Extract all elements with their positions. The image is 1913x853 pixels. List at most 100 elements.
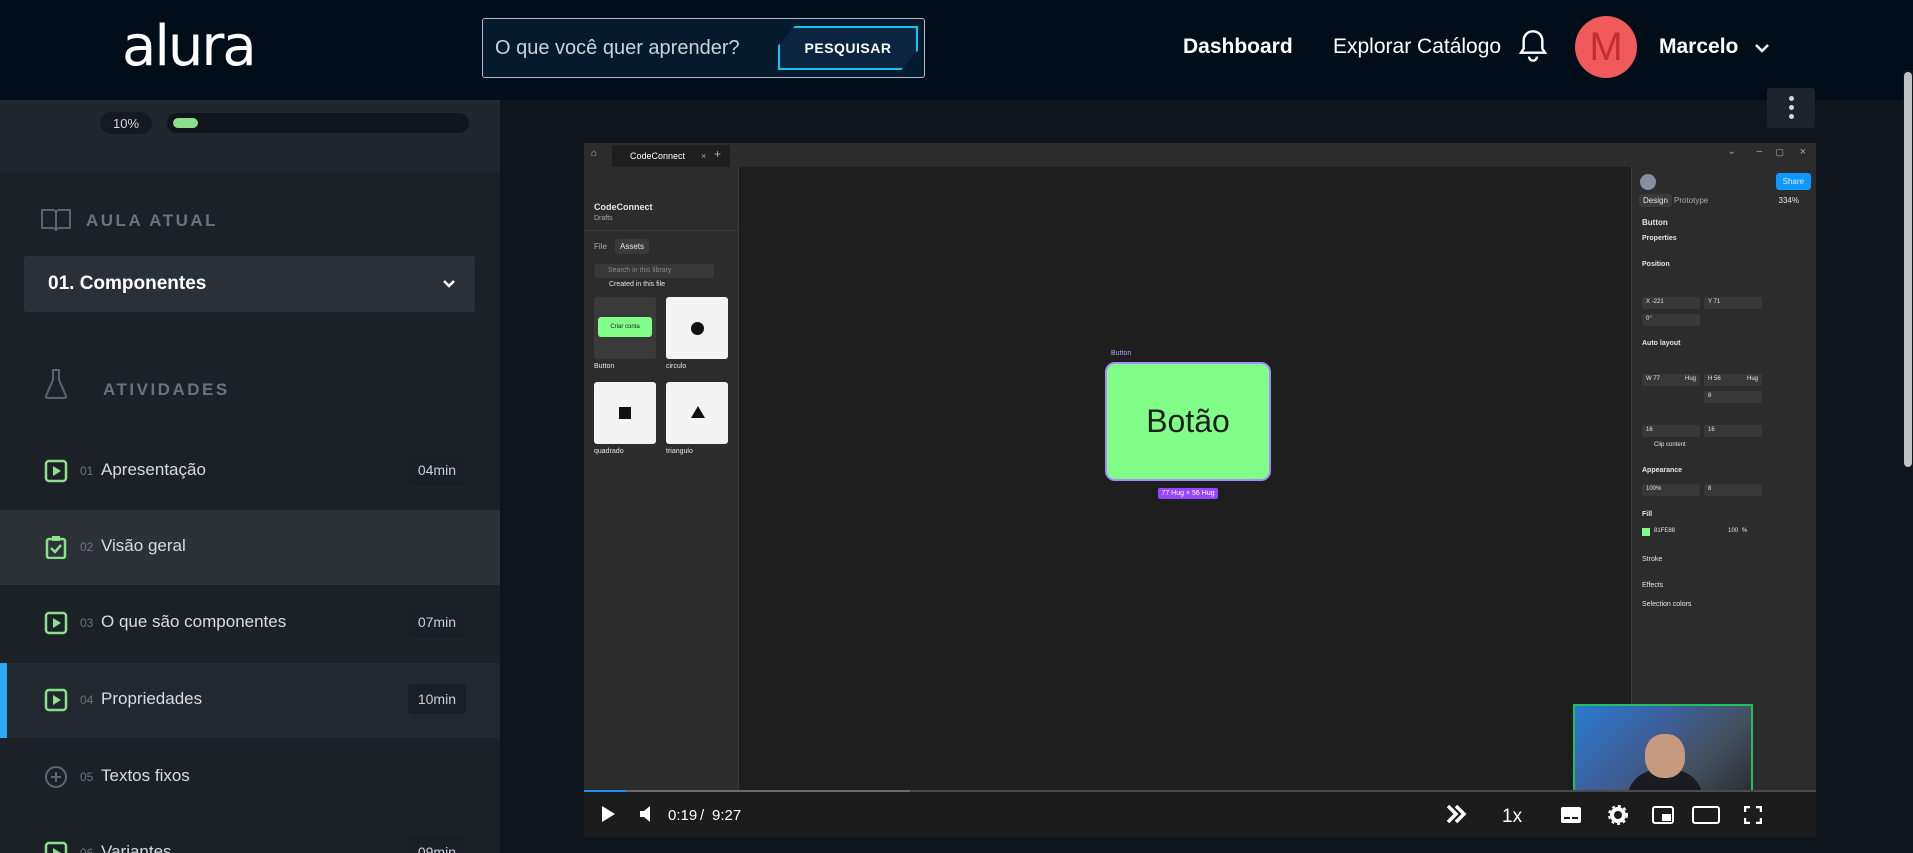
plus-circle-icon (44, 765, 68, 789)
chevron-down-icon: ⌄ (1727, 146, 1736, 157)
asset-label-circle: circulo (666, 363, 687, 370)
figma-section-properties: Properties (1642, 235, 1677, 242)
play-icon[interactable] (600, 805, 616, 823)
figma-design-tab: Design (1639, 194, 1672, 207)
avatar (1640, 174, 1656, 190)
activity-number: 01 (80, 464, 94, 478)
figma-gap-field: 8 (1704, 391, 1762, 403)
figma-tab: CodeConnect × (612, 145, 730, 167)
playback-rate-button[interactable]: 1x (1502, 806, 1522, 828)
play-icon (44, 688, 68, 712)
more-options-button[interactable] (1767, 88, 1815, 128)
figma-section-effects: Effects (1642, 582, 1664, 589)
picture-in-picture-icon[interactable] (1652, 806, 1674, 824)
video-duration: 9:27 (712, 807, 742, 824)
volume-icon[interactable] (639, 805, 659, 823)
scrollbar-thumb[interactable] (1904, 72, 1912, 467)
activity-item[interactable]: 05 Textos fixos (0, 740, 500, 815)
activity-number: 02 (80, 540, 94, 554)
alura-logo[interactable]: alura (122, 14, 257, 79)
figma-padding-h-field: 16 (1642, 425, 1700, 437)
activity-item[interactable]: 03 O que são componentes 07min (0, 586, 500, 661)
figma-section-stroke: Stroke (1642, 556, 1663, 563)
clipboard-check-icon (44, 535, 68, 560)
current-lesson-label: 01. Componentes (48, 273, 207, 294)
activity-duration: 04min (407, 455, 466, 485)
nav-dashboard-link[interactable]: Dashboard (1183, 35, 1293, 59)
video-controls (584, 792, 1816, 837)
canvas-component-label: Button (1111, 350, 1132, 357)
chevron-down-icon (443, 280, 455, 288)
play-icon (44, 841, 68, 853)
activity-number: 05 (80, 770, 94, 784)
fullscreen-icon[interactable] (1744, 806, 1762, 824)
figma-tab-bar: ⌂ CodeConnect × + ⌄ – ▢ × (584, 143, 1816, 167)
search-input[interactable]: O que você quer aprender? (495, 37, 740, 60)
user-name[interactable]: Marcelo (1659, 35, 1738, 59)
figma-section-position: Position (1642, 261, 1670, 268)
figma-properties-panel: Share Design Prototype 334% Button Prope… (1631, 167, 1816, 792)
user-avatar[interactable]: M (1575, 16, 1637, 78)
webcam-overlay (1573, 704, 1753, 800)
video-player[interactable]: ⌂ CodeConnect × + ⌄ – ▢ × CodeConnect Dr… (584, 143, 1816, 837)
activity-title: Textos fixos (101, 766, 190, 785)
figma-prototype-tab: Prototype (1674, 196, 1709, 205)
figma-section-fill: Fill (1642, 511, 1653, 518)
activity-title: Visão geral (101, 536, 186, 555)
activity-title: Variantes (101, 842, 172, 853)
activity-title: Apresentação (101, 460, 206, 479)
asset-button-thumb: Criar conta (594, 297, 656, 359)
activity-item[interactable]: 06 Variantes 09min (0, 816, 500, 853)
figma-width-field: W 77 Hug (1642, 374, 1700, 386)
current-lesson-select[interactable]: 01. Componentes (24, 256, 475, 312)
figma-x-field: X -221 (1642, 297, 1700, 309)
flask-icon (44, 369, 68, 399)
skip-forward-icon[interactable] (1446, 804, 1472, 824)
asset-square-thumb (594, 382, 656, 444)
activity-item[interactable]: 01 Apresentação 04min (0, 434, 500, 509)
size-tag: 77 Hug × 56 Hug (1158, 488, 1218, 499)
activity-number: 03 (80, 616, 94, 630)
figma-library-search: Search in this library (594, 264, 714, 278)
home-icon: ⌂ (591, 148, 598, 159)
figma-tab-assets: Assets (615, 239, 650, 254)
asset-circle-thumb (666, 297, 728, 359)
asset-label-square: quadrado (594, 448, 624, 455)
theater-mode-icon[interactable] (1692, 806, 1720, 824)
search-button[interactable]: PESQUISAR (778, 26, 918, 70)
gear-icon[interactable] (1607, 804, 1629, 826)
course-sidebar: 10% AULA ATUAL 01. Componentes ATIVIDADE… (0, 100, 500, 853)
figma-share-button: Share (1775, 173, 1811, 190)
asset-label-button: Button (594, 363, 615, 370)
close-icon: × (701, 151, 707, 161)
figma-file-sub: Drafts (594, 215, 613, 222)
captions-icon[interactable] (1560, 806, 1582, 824)
top-navigation-bar: alura O que você quer aprender? PESQUISA… (0, 0, 1913, 100)
figma-created-label: Created in this file (609, 281, 666, 288)
close-window-icon: × (1799, 146, 1806, 158)
figma-section-selection-colors: Selection colors (1642, 601, 1692, 608)
course-progress: 10% (0, 100, 500, 172)
figma-zoom: 334% (1778, 196, 1799, 205)
activity-title: O que são componentes (101, 612, 287, 631)
fill-swatch (1642, 528, 1650, 536)
activity-item[interactable]: 02 Visão geral (0, 510, 500, 585)
progress-bar-fill (173, 118, 198, 128)
figma-y-field: Y 71 (1704, 297, 1762, 309)
figma-radius-field: 8 (1704, 484, 1762, 496)
figma-opacity-field: 100% (1642, 484, 1700, 496)
current-activity-indicator (0, 663, 7, 738)
figma-section-appearance: Appearance (1642, 467, 1683, 474)
nav-explore-catalog-link[interactable]: Explorar Catálogo (1333, 35, 1501, 59)
figma-component-name: Button (1642, 218, 1668, 227)
chevron-down-icon[interactable] (1752, 38, 1772, 58)
activity-number: 06 (80, 846, 94, 853)
figma-file-name: CodeConnect (594, 202, 653, 212)
notifications-bell-icon[interactable] (1517, 28, 1549, 64)
figma-tab-title: CodeConnect (630, 151, 686, 161)
figma-rotation-field: 0° (1642, 314, 1700, 326)
current-lesson-heading: AULA ATUAL (86, 211, 219, 230)
figma-height-field: H 56 Hug (1704, 374, 1762, 386)
asset-button-preview: Criar conta (598, 317, 652, 337)
activity-item[interactable]: 04 Propriedades 10min (0, 663, 500, 738)
